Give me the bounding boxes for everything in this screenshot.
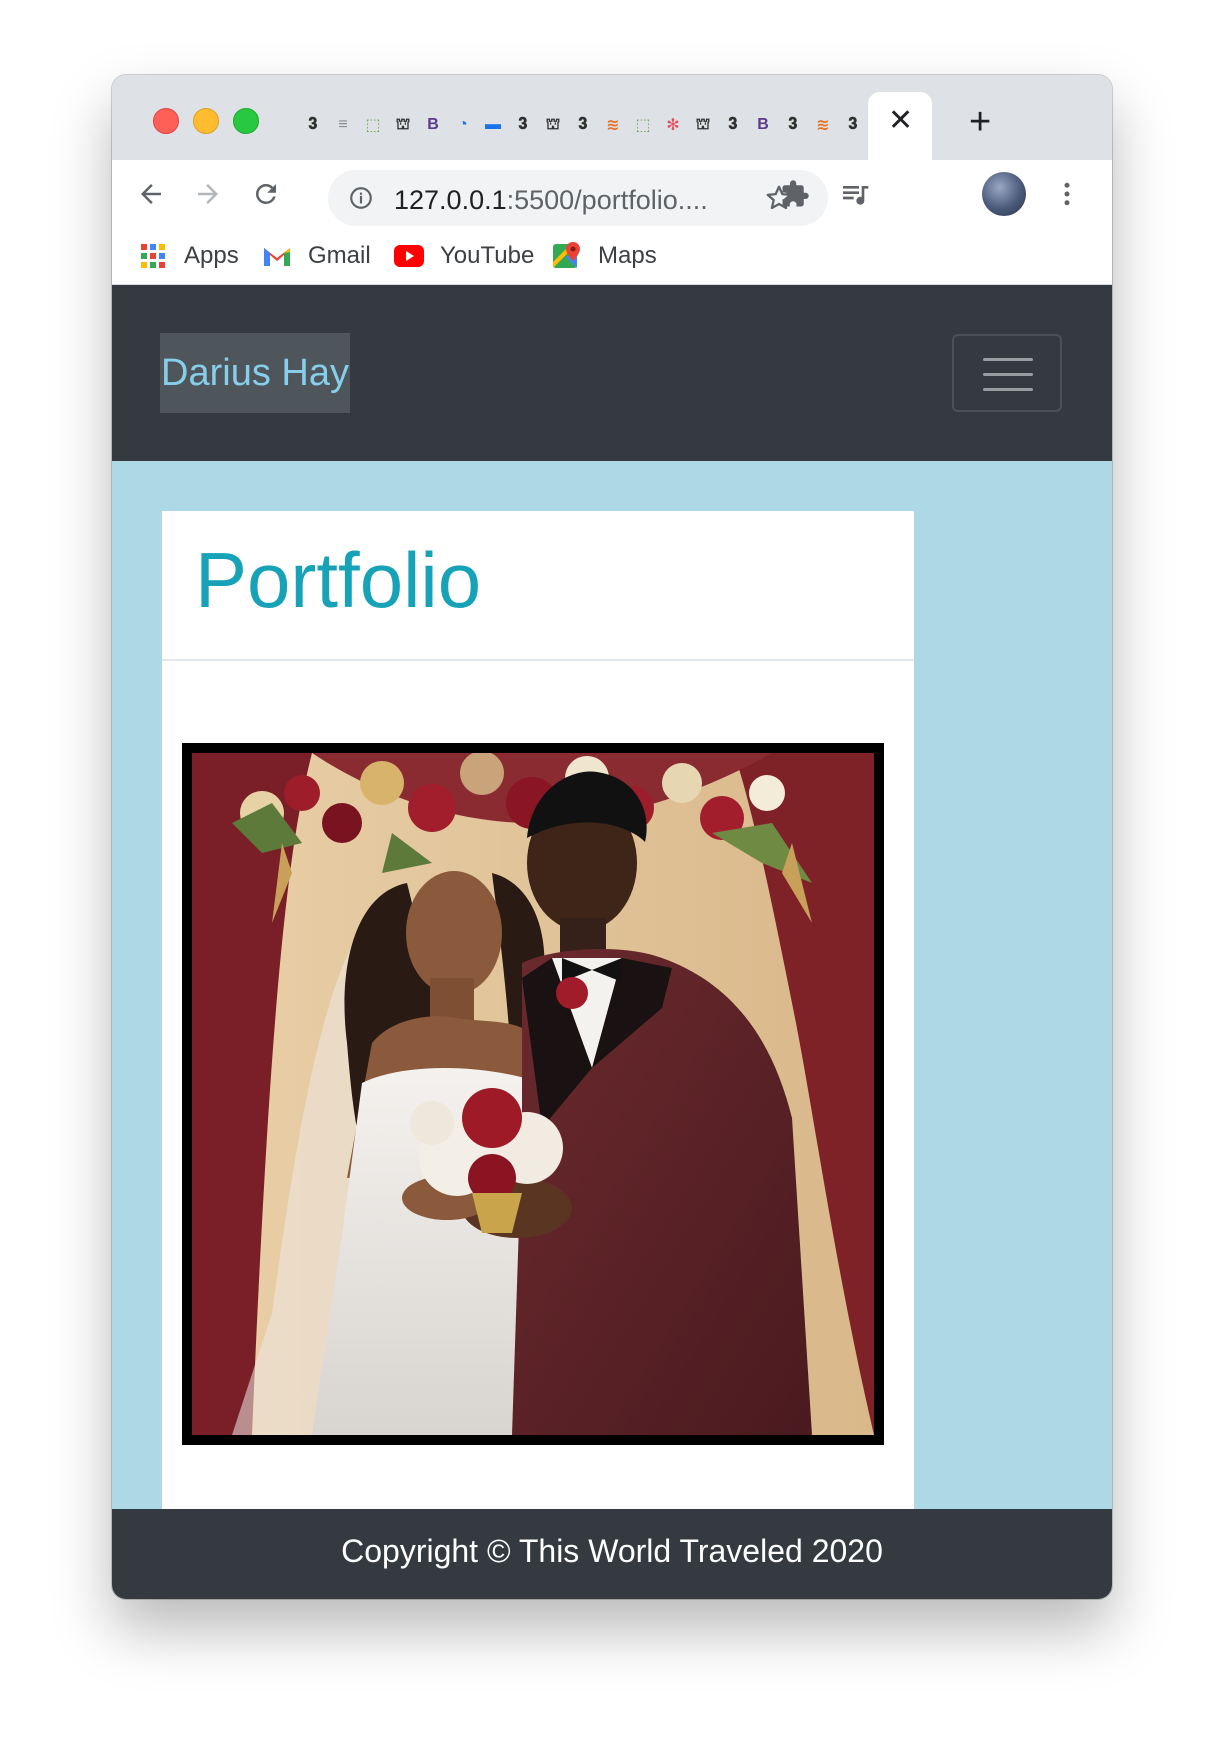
back-button[interactable] [131,174,171,214]
media-control-button[interactable] [835,174,875,214]
pinned-tab[interactable]: ⛫ [540,110,566,140]
maps-icon [552,241,582,271]
profile-avatar[interactable] [982,172,1026,216]
navbar-toggler-button[interactable] [952,334,1062,412]
playlist-music-icon [843,186,869,205]
pinned-tab[interactable]: 𝟑 [510,110,536,140]
pinned-tab[interactable]: B [420,110,446,140]
pinned-tab[interactable]: B [750,110,776,140]
site-navbar: Darius Hay [112,285,1112,461]
pinned-tab[interactable]: ≡ [330,110,356,140]
bookmark-label: Maps [598,242,657,269]
bookmarks-bar: Apps Gmail YouTube Maps [112,228,1112,285]
gmail-icon [262,241,292,271]
pinned-tab[interactable]: ≋ [600,110,626,140]
page-title: Portfolio [195,536,482,624]
pinned-tab[interactable]: 𝟑 [570,110,596,140]
bookmark-label: Apps [184,242,239,269]
pinned-tab[interactable]: ◔ [450,110,476,140]
pinned-tab[interactable]: ⛫ [690,110,716,140]
address-bar[interactable]: 127.0.0.1:5500/portfolio.... [328,170,828,226]
card-header: Portfolio [162,511,914,661]
bookmark-youtube[interactable]: YouTube [394,238,534,274]
pinned-tab[interactable]: ▬ [480,110,506,140]
back-arrow-icon [141,184,161,204]
site-footer: Copyright © This World Traveled 2020 [112,1509,1112,1599]
close-window-button[interactable] [153,108,179,134]
apps-grid-icon [138,241,168,271]
more-vert-icon [1064,182,1070,206]
wedding-photo [182,743,884,1445]
browser-toolbar: 127.0.0.1:5500/portfolio.... [112,160,1112,228]
reload-icon [255,183,276,204]
tab-strip: 𝟑 ≡ ⬚ ⛫ B ◔ ▬ 𝟑 ⛫ 𝟑 ≋ ⬚ ✻ ⛫ 𝟑 B 𝟑 ≋ 𝟑 ✕ + [112,75,1112,160]
pinned-tab[interactable]: ⬚ [630,110,656,140]
bookmark-label: YouTube [440,242,535,269]
pinned-tab[interactable]: 𝟑 [300,110,326,140]
browser-menu-button[interactable] [1047,174,1087,214]
pinned-tab[interactable]: ⛫ [390,110,416,140]
close-tab-icon[interactable]: ✕ [888,106,913,136]
info-icon [350,187,372,209]
forward-button[interactable] [188,174,228,214]
url-text[interactable]: 127.0.0.1:5500/portfolio.... [394,185,708,216]
bookmark-apps[interactable]: Apps [138,238,239,274]
portfolio-card: Portfolio [162,511,914,1599]
pinned-tab[interactable]: ⬚ [360,110,386,140]
pinned-tabs: 𝟑 ≡ ⬚ ⛫ B ◔ ▬ 𝟑 ⛫ 𝟑 ≋ ⬚ ✻ ⛫ 𝟑 B 𝟑 ≋ 𝟑 [300,110,870,140]
pinned-tab[interactable]: ≋ [810,110,836,140]
forward-arrow-icon [198,184,218,204]
pinned-tab[interactable]: 𝟑 [720,110,746,140]
wedding-photo-illustration [192,753,874,1435]
puzzle-icon [782,180,809,207]
bookmark-label: Gmail [308,242,371,269]
browser-window: 𝟑 ≡ ⬚ ⛫ B ◔ ▬ 𝟑 ⛫ 𝟑 ≋ ⬚ ✻ ⛫ 𝟑 B 𝟑 ≋ 𝟑 ✕ + 127.0.0.1:5500/p… [112,75,1112,1599]
new-tab-button[interactable]: + [969,102,991,142]
youtube-icon [394,241,424,271]
navbar-brand[interactable]: Darius Hay [160,333,350,413]
bookmark-gmail[interactable]: Gmail [262,238,371,274]
pinned-tab[interactable]: 𝟑 [840,110,866,140]
minimize-window-button[interactable] [193,108,219,134]
reload-button[interactable] [246,174,286,214]
maximize-window-button[interactable] [233,108,259,134]
pinned-tab[interactable]: 𝟑 [780,110,806,140]
active-tab[interactable]: ✕ [868,92,932,160]
pinned-tab[interactable]: ✻ [660,110,686,140]
bookmark-maps[interactable]: Maps [552,238,657,274]
hamburger-icon [983,358,1033,361]
extensions-button[interactable] [775,174,815,214]
page-content: Darius Hay Portfolio Copyright © This Wo… [112,285,1112,1599]
